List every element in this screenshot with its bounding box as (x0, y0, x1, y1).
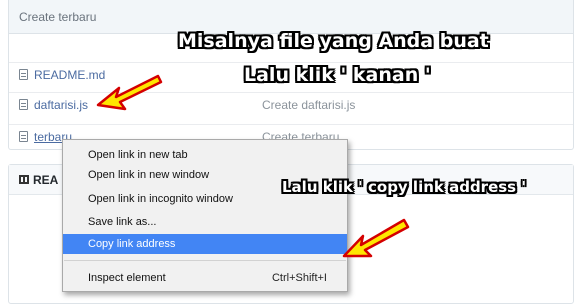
menu-item-copy-link-address[interactable]: Copy link address (63, 234, 347, 254)
file-row-daftarisi[interactable]: daftarisi.js Create daftarisi.js (9, 92, 573, 116)
menu-item-label: Open link in new tab (88, 149, 188, 161)
readme-title: REA (33, 172, 59, 187)
menu-item-open-new-tab[interactable]: Open link in new tab (63, 145, 347, 165)
book-icon (19, 175, 29, 184)
context-menu: Open link in new tab Open link in new wi… (62, 139, 348, 292)
menu-item-save-link-as[interactable]: Save link as... (63, 212, 347, 232)
arrow-icon (96, 74, 163, 111)
annotation-text: Misalnya file yang Anda buat (178, 30, 489, 52)
file-commit-message[interactable]: Create daftarisi.js (262, 98, 355, 112)
annotation-text: Lalu klik ' copy link address ' (282, 178, 526, 196)
arrow-icon (342, 218, 410, 258)
file-name-link[interactable]: daftarisi.js (34, 98, 88, 112)
commit-header: Create terbaru (9, 0, 573, 34)
commit-message[interactable]: Create terbaru (19, 10, 96, 24)
file-icon (19, 69, 28, 80)
menu-item-label: Inspect element (88, 272, 166, 284)
menu-item-label: Open link in incognito window (88, 193, 233, 205)
menu-item-label: Save link as... (88, 216, 157, 228)
annotation-text: Lalu klik ' kanan ' (244, 64, 431, 86)
menu-item-label: Copy link address (88, 238, 176, 250)
menu-item-shortcut: Ctrl+Shift+I (271, 272, 327, 284)
menu-separator (64, 260, 346, 261)
menu-item-inspect-element[interactable]: Inspect element Ctrl+Shift+I (63, 268, 347, 288)
file-icon (19, 99, 28, 110)
menu-item-label: Open link in new window (88, 169, 210, 181)
file-icon (19, 131, 28, 142)
